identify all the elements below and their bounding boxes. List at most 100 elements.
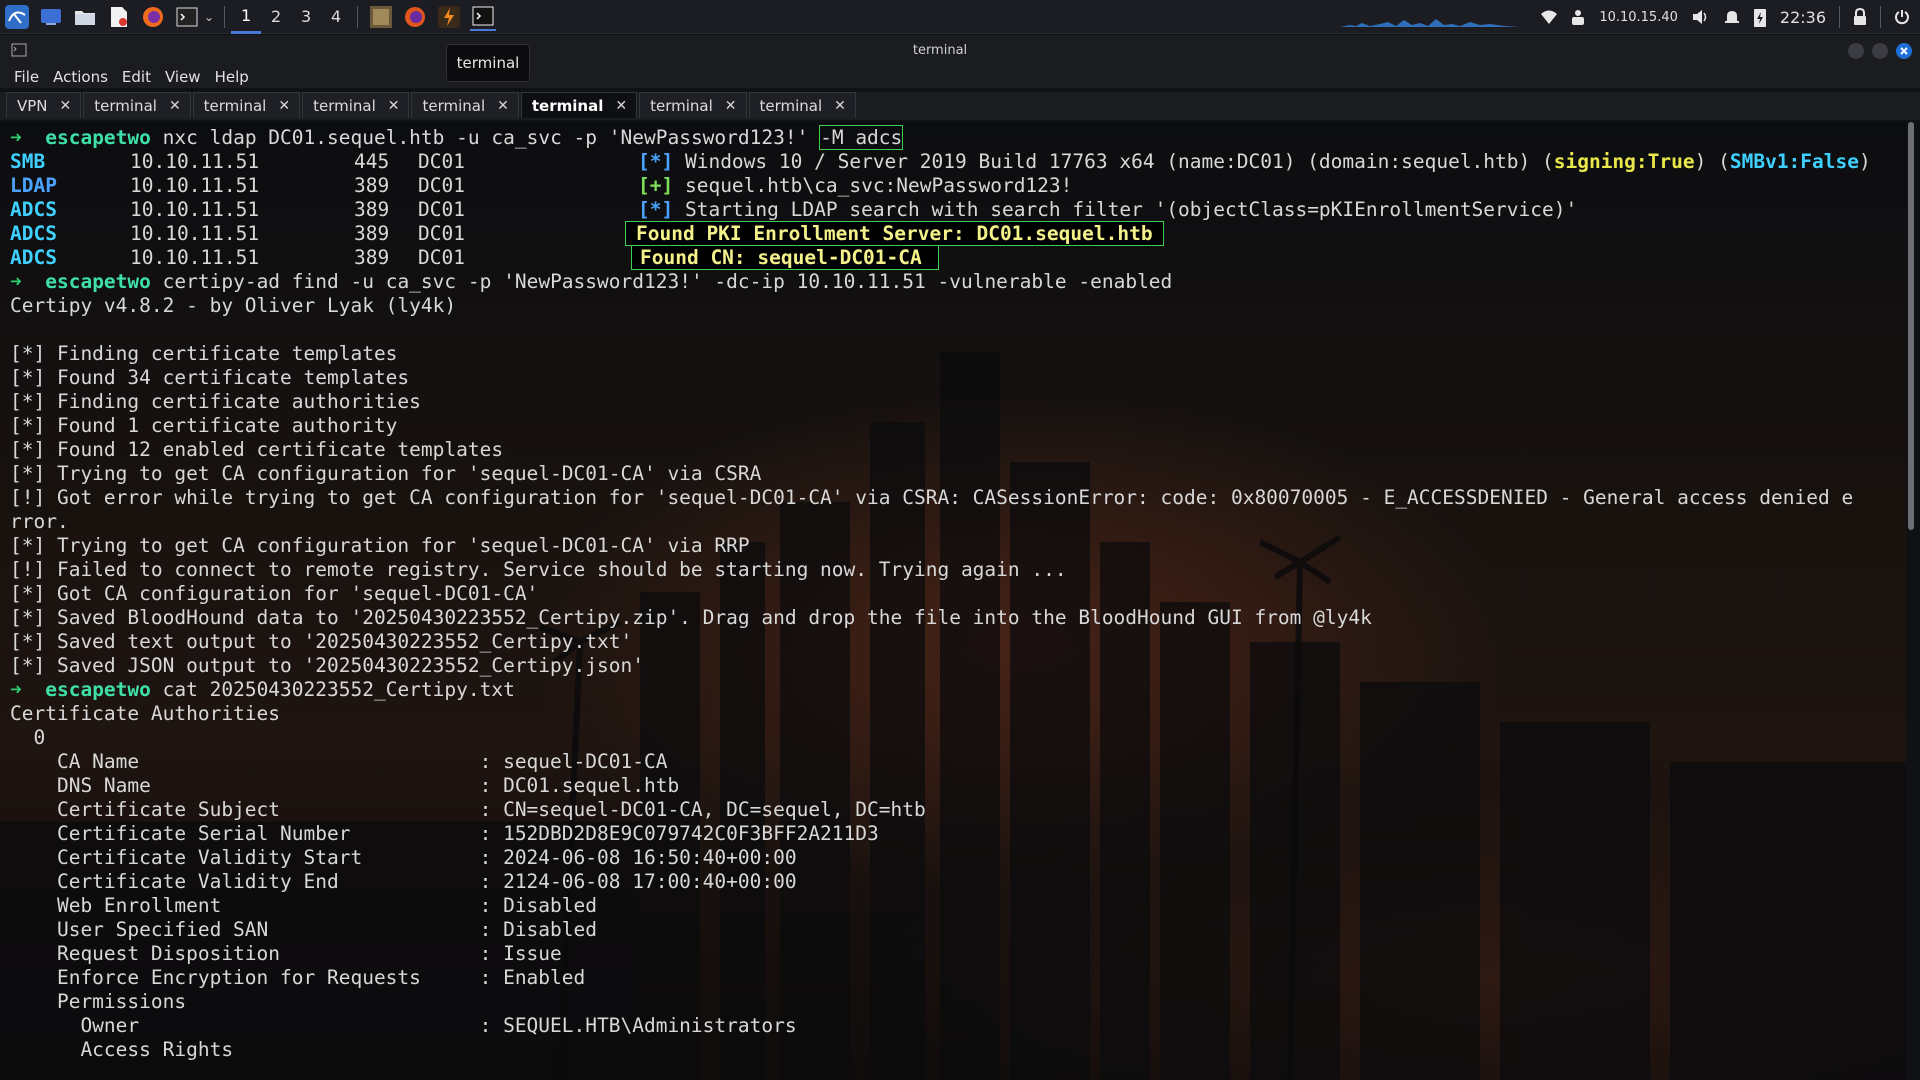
output-line: Certificate Subject : CN=sequel-DC01-CA,… [10,798,926,821]
output-line: CA Name : sequel-DC01-CA [10,750,668,773]
burp-suite-icon[interactable] [436,4,462,30]
terminal-scrollbar[interactable] [1908,122,1914,530]
panel-separator [224,5,226,28]
close-tab-icon[interactable]: ✕ [388,98,400,114]
volume-icon[interactable] [1692,9,1710,25]
tab-vpn[interactable]: VPN ✕ [6,92,82,118]
terminal-window-icon[interactable] [470,3,497,31]
file-manager-icon[interactable] [72,4,98,30]
tab-label: terminal [313,96,376,115]
output-line: [*] Saved text output to '20250430223552… [10,630,633,653]
nxc-output-row: ADCS 10.10.11.51 389 DC01 Found CN: sequel-D… [10,245,1871,270]
workspace-4[interactable]: 4 [321,0,351,34]
top-panel: ⌄ 1 2 3 4 10.10.15.40 22:36 [0,0,1920,34]
power-icon[interactable] [1894,9,1910,25]
workspace-3[interactable]: 3 [291,0,321,34]
tab-label: terminal [422,96,486,115]
protocol: ADCS [10,246,57,269]
terminal-output[interactable]: ➜ escapetwo nxc ldap DC01.sequel.htb -u … [0,122,1906,1080]
tab-terminal-7[interactable]: terminal ✕ [748,92,856,118]
clock[interactable]: 22:36 [1780,8,1826,27]
target-ip: 10.10.11.51 [130,246,260,269]
workspace-1[interactable]: 1 [231,0,262,34]
window-titlebar[interactable]: terminal [0,35,1920,66]
close-button[interactable] [1896,43,1912,59]
output-line: [*] Got CA configuration for 'sequel-DC0… [10,582,539,605]
output-line: [*] Saved BloodHound data to '2025043022… [10,606,1372,629]
minimize-button[interactable] [1848,43,1864,59]
tab-terminal-1[interactable]: terminal ✕ [83,92,191,118]
output-line: Web Enrollment : Disabled [10,894,597,917]
prompt-line: ➜ escapetwo cat 20250430223552_Certipy.t… [10,678,1871,702]
close-tab-icon[interactable]: ✕ [725,98,737,114]
protocol: SMB [10,150,46,173]
nxc-output-row: LDAP 10.10.11.51 389 DC01 [+] sequel.htb\ca_… [10,174,1871,198]
menu-view[interactable]: View [165,68,201,86]
close-tab-icon[interactable]: ✕ [169,98,181,114]
notification-bell-icon[interactable] [1724,9,1740,25]
app-window-thumbnail-icon[interactable] [368,4,394,30]
menu-help[interactable]: Help [215,68,249,86]
prompt-hostname: escapetwo [45,678,151,701]
output-line: [*] Saved JSON output to '20250430223552… [10,654,644,677]
tab-label: terminal [650,96,713,115]
terminal-launcher-icon[interactable] [174,4,200,30]
command-text: nxc ldap DC01.sequel.htb -u ca_svc -p 'N… [150,126,821,149]
menu-edit[interactable]: Edit [122,68,151,86]
prompt-arrow: ➜ [10,678,22,701]
wifi-icon[interactable] [1541,10,1558,24]
hostname: DC01 [418,222,465,245]
message: Windows 10 / Server 2019 Build 17763 x64… [673,150,1554,173]
tab-terminal-3[interactable]: terminal ✕ [302,92,410,118]
prompt-arrow: ➜ [10,126,22,149]
output-line: [*] Trying to get CA configuration for '… [10,534,750,557]
maximize-button[interactable] [1872,43,1888,59]
ip-address: 10.10.15.40 [1599,9,1678,25]
tab-terminal-active[interactable]: terminal ✕ [520,92,638,118]
hostname: DC01 [418,150,465,173]
desktop-icon[interactable] [38,4,64,30]
firefox-window-icon[interactable] [402,4,428,30]
chevron-down-icon[interactable]: ⌄ [204,10,214,24]
command-text: certipy-ad find -u ca_svc -p 'NewPasswor… [150,270,1173,293]
workspace-2[interactable]: 2 [261,0,291,34]
tab-bar: VPN ✕ terminal ✕ terminal ✕ terminal ✕ termi… [0,92,1920,120]
prompt-arrow: ➜ [10,270,22,293]
protocol: ADCS [10,222,57,245]
tab-terminal-6[interactable]: terminal ✕ [639,92,747,118]
output-line: Certificate Serial Number : 152DBD2D8E9C… [10,822,879,845]
close-tab-icon[interactable]: ✕ [834,98,846,114]
output-line: [*] Finding certificate authorities [10,390,421,413]
close-tab-icon[interactable]: ✕ [497,98,509,114]
vpn-icon[interactable] [1571,9,1585,25]
found-cn-highlight: Found CN: sequel-DC01-CA [631,245,939,270]
protocol: ADCS [10,198,57,221]
menu-file[interactable]: File [14,68,39,86]
tab-label: terminal [759,96,823,115]
tab-terminal-4[interactable]: terminal ✕ [411,92,519,118]
tab-terminal-2[interactable]: terminal ✕ [192,92,301,118]
firefox-icon[interactable] [140,4,166,30]
output-line: Certificate Validity End : 2124-06-08 17… [10,870,797,893]
text-editor-icon[interactable] [106,4,132,30]
cpu-graph [1340,19,1521,27]
system-tray: 10.10.15.40 22:36 [1340,0,1920,34]
hostname: DC01 [418,174,465,197]
output-line: Request Disposition : Issue [10,942,562,965]
kali-menu-icon[interactable] [4,4,30,30]
battery-icon[interactable] [1753,7,1766,27]
message: Starting LDAP search with search filter … [673,198,1578,221]
close-tab-icon[interactable]: ✕ [60,98,72,114]
output-line: [*] Found 1 certificate authority [10,414,398,437]
command-flag-highlight: -M adcs [819,125,904,150]
output-line: User Specified SAN : Disabled [10,918,597,941]
port: 445 [354,150,390,173]
output-line: Certipy v4.8.2 - by Oliver Lyak (ly4k) [10,294,457,317]
window-title: terminal [912,43,968,58]
message: ) [1859,150,1871,173]
close-tab-icon[interactable]: ✕ [615,98,627,114]
close-tab-icon[interactable]: ✕ [278,98,290,114]
lock-icon[interactable] [1853,8,1867,26]
menu-actions[interactable]: Actions [53,68,108,86]
hostname: DC01 [418,198,465,221]
